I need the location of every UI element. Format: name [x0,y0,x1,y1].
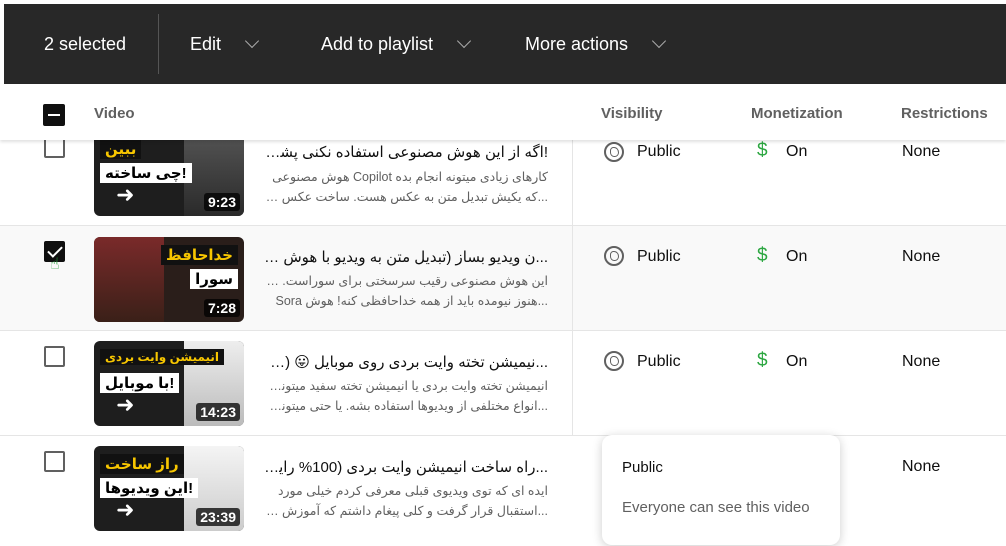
video-thumbnail[interactable]: راز ساخت این ویدیوها! ➜ 23:39 [94,446,244,531]
monetization-value[interactable]: On [786,143,807,161]
column-monetization[interactable]: Monetization [751,105,843,122]
column-restrictions[interactable]: Restrictions [901,105,988,122]
video-title[interactable]: !اگه از این هوش مصنوعی استفاده نکنی پشیم… [264,143,548,161]
globe-icon [604,246,624,266]
duration-badge: 9:23 [203,193,240,211]
description-line: ...استقبال قرار گرفت و کلی پیغام داشتم ک… [264,504,548,518]
description-line: ...انواع مختلفی از ویدیوها استفاده بشه. … [264,399,548,413]
duration-badge: 23:39 [196,508,240,526]
column-divider [572,140,573,436]
monetization-value[interactable]: On [786,353,807,371]
add-to-playlist-dropdown[interactable]: Add to playlist [321,33,472,55]
chevron-down-icon [244,33,260,49]
selection-toolbar: 2 selected Edit Add to playlist More act… [4,4,1006,84]
thumbnail-text: سورا [190,269,238,289]
restrictions-value: None [902,143,941,160]
dollar-icon: $ [757,140,768,161]
video-title[interactable]: ...راه ساخت انیمیشن وایت بردی (100% رایگ… [264,458,548,476]
arrow-icon: ➜ [116,497,135,522]
thumbnail-text: راز ساخت [100,454,184,474]
tooltip-body: Everyone can see this video [622,499,810,516]
tooltip-title: Public [622,459,663,476]
toolbar-divider [158,14,159,74]
more-actions-dropdown[interactable]: More actions [525,33,667,55]
arrow-icon: ➜ [116,392,135,417]
thumbnail-text: خداحافظ [161,245,238,265]
thumbnail-text: انیمیشن وایت بردی [100,349,225,365]
video-description: این هوش مصنوعی رقیب سرسختی برای سوراست. … [264,271,548,311]
description-line: ایده ای که توی ویدیوی قبلی معرفی کردم خی… [277,484,548,498]
video-thumbnail[interactable]: ببین چی ساخته! ➜ 9:23 [94,131,244,216]
description-line: ...هنوز نیومده باید از همه خداحافظی کنه!… [275,294,549,308]
video-thumbnail[interactable]: خداحافظ سورا 7:28 [94,237,244,322]
table-header: Video Visibility Monetization Restrictio… [0,84,1006,140]
select-all-checkbox[interactable] [43,104,65,126]
dollar-icon: $ [757,245,768,266]
visibility-value[interactable]: Public [637,248,681,266]
thumbnail-image [94,237,164,322]
description-line: این هوش مصنوعی رقیب سرسختی برای سوراست. … [264,274,548,288]
visibility-value[interactable]: Public [637,353,681,371]
video-description: ایده ای که توی ویدیوی قبلی معرفی کردم خی… [264,481,548,521]
table-row[interactable]: راز ساخت این ویدیوها! ➜ 23:39 ...راه ساخت ا… [0,436,1006,546]
hand-cursor-icon: ☝ [50,256,60,273]
add-to-playlist-label: Add to playlist [321,33,434,54]
thumbnail-text: با موبایل! [100,373,180,393]
arrow-icon: ➜ [116,182,135,207]
edit-dropdown[interactable]: Edit [190,33,260,55]
restrictions-value: None [902,248,941,265]
video-title[interactable]: ...ن ویدیو بساز (تبدیل متن به ویدیو با ه… [264,248,548,266]
thumbnail-text: این ویدیوها! [100,478,199,498]
globe-icon [604,142,624,162]
selected-count: 2 selected [44,33,127,54]
column-visibility[interactable]: Visibility [601,105,662,122]
edit-label: Edit [190,33,222,54]
video-thumbnail[interactable]: انیمیشن وایت بردی با موبایل! ➜ 14:23 [94,341,244,426]
row-checkbox[interactable] [44,137,65,158]
monetization-value[interactable]: On [786,248,807,266]
video-title[interactable]: ...نیمیشن تخته وایت بردی روی موبایل 😛 (گ… [264,353,548,371]
video-description: کارهای زیادی میتونه انجام بده Copilot هو… [264,167,548,207]
video-description: انیمیشن تخته وایت بردی یا انیمیشن تخته س… [264,376,548,416]
description-line: انیمیشن تخته وایت بردی یا انیمیشن تخته س… [264,379,548,393]
more-actions-label: More actions [525,33,629,54]
duration-badge: 14:23 [196,403,240,421]
table-row[interactable]: انیمیشن وایت بردی با موبایل! ➜ 14:23 ...نیم… [0,331,1006,436]
thumbnail-text: چی ساخته! [100,163,192,183]
thumbnail-text: ببین [100,139,142,159]
chevron-down-icon [456,33,472,49]
table-row[interactable]: خداحافظ سورا 7:28 ...ن ویدیو بساز (تبدیل م… [0,226,1006,331]
description-line: کارهای زیادی میتونه انجام بده Copilot هو… [272,170,548,184]
visibility-tooltip: Public Everyone can see this video [602,435,840,545]
restrictions-value: None [902,458,941,475]
chevron-down-icon [651,33,667,49]
row-checkbox[interactable] [44,451,65,472]
dollar-icon: $ [757,350,768,371]
globe-icon [604,351,624,371]
row-checkbox[interactable] [44,346,65,367]
column-video[interactable]: Video [94,105,135,122]
restrictions-value: None [902,353,941,370]
description-line: ...که یکیش تبدیل متن به عکس هست. ساخت عک… [264,190,548,204]
visibility-value[interactable]: Public [637,143,681,161]
duration-badge: 7:28 [203,299,240,317]
